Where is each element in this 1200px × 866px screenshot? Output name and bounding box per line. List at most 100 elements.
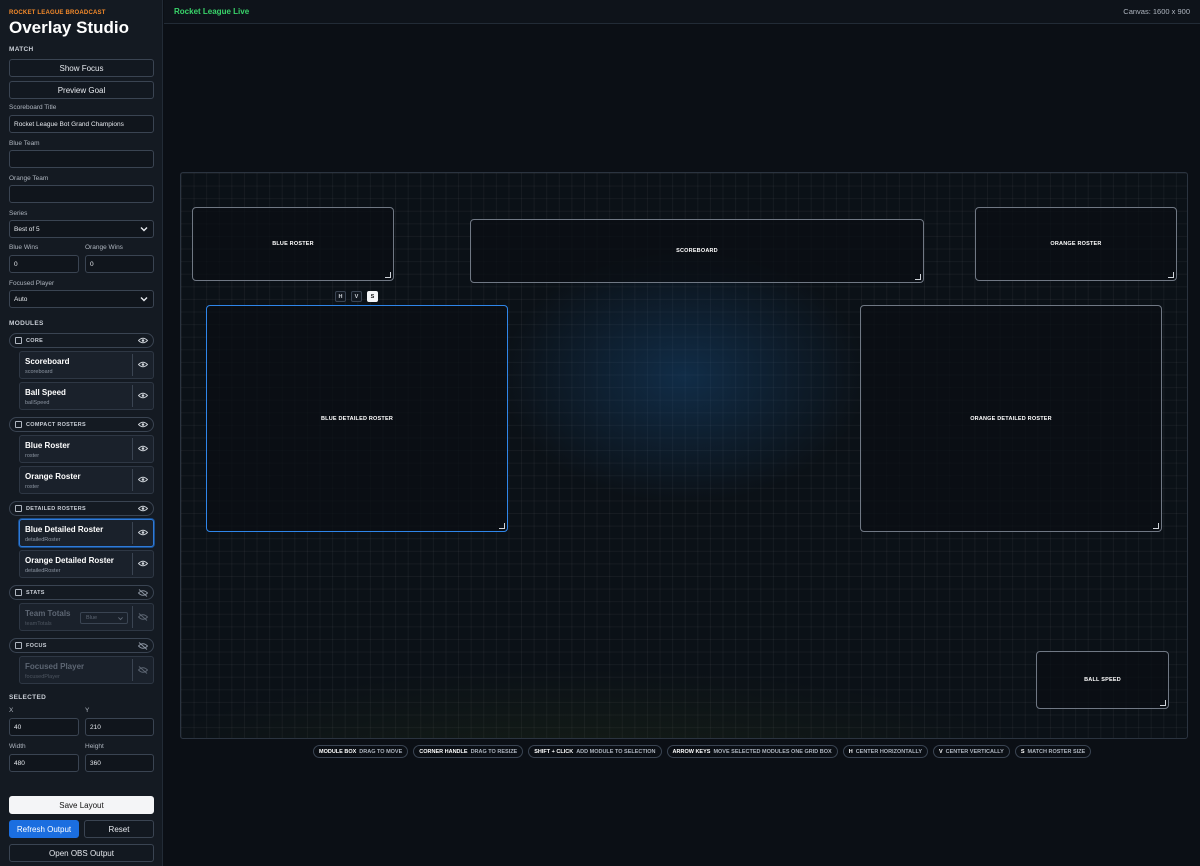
module-key: ballSpeed — [25, 400, 50, 406]
blue-team-input[interactable] — [9, 150, 154, 168]
eye-icon[interactable] — [138, 337, 148, 344]
series-label: Series — [9, 210, 28, 217]
module-ball-speed[interactable]: Ball Speed ballSpeed — [19, 382, 154, 410]
hint-text: DRAG TO MOVE — [359, 748, 403, 755]
group-detailed-rosters[interactable]: DETAILED ROSTERS — [9, 501, 154, 516]
match-roster-size-button[interactable]: S — [367, 291, 378, 302]
module-focused-player[interactable]: Focused Player focusedPlayer — [19, 656, 154, 684]
resize-handle[interactable] — [1153, 523, 1159, 529]
eye-icon[interactable] — [138, 505, 148, 512]
reset-button[interactable]: Reset — [84, 820, 154, 838]
eye-icon[interactable] — [138, 445, 148, 452]
module-key: detailedRoster — [25, 568, 61, 574]
eye-icon[interactable] — [138, 421, 148, 428]
divider — [132, 659, 133, 681]
alignment-tools: H V S — [335, 291, 378, 302]
open-obs-output-button[interactable]: Open OBS Output — [9, 844, 154, 862]
group-focus-checkbox[interactable] — [15, 642, 22, 649]
refresh-output-button[interactable]: Refresh Output — [9, 820, 79, 838]
group-stats-checkbox[interactable] — [15, 589, 22, 596]
divider — [132, 553, 133, 575]
x-input[interactable]: 40 — [9, 718, 79, 736]
hint-key: H — [848, 748, 853, 755]
eye-off-icon[interactable] — [138, 666, 148, 674]
blue-roster-box[interactable]: BLUE ROSTER — [192, 207, 394, 281]
module-name: Orange Roster — [25, 472, 81, 481]
hint-text: ADD MODULE TO SELECTION — [576, 748, 656, 755]
ball-speed-box[interactable]: BALL SPEED — [1036, 651, 1169, 709]
group-core-checkbox[interactable] — [15, 337, 22, 344]
module-scoreboard[interactable]: Scoreboard scoreboard — [19, 351, 154, 379]
module-blue-roster[interactable]: Blue Roster roster — [19, 435, 154, 463]
focused-player-select-value: Auto — [14, 295, 28, 303]
series-select[interactable]: Best of 5 — [9, 220, 154, 238]
module-orange-roster[interactable]: Orange Roster roster — [19, 466, 154, 494]
orange-roster-box[interactable]: ORANGE ROSTER — [975, 207, 1177, 281]
module-key: focusedPlayer — [25, 674, 60, 680]
blue-detailed-roster-box[interactable]: BLUE DETAILED ROSTER — [206, 305, 508, 532]
module-orange-detailed-roster[interactable]: Orange Detailed Roster detailedRoster — [19, 550, 154, 578]
module-name: Scoreboard — [25, 357, 70, 366]
team-totals-team-select[interactable]: Blue — [80, 612, 128, 624]
group-detailed-rosters-checkbox[interactable] — [15, 505, 22, 512]
group-compact-rosters[interactable]: COMPACT ROSTERS — [9, 417, 154, 432]
center-vertically-button[interactable]: V — [351, 291, 362, 302]
group-focus[interactable]: FOCUS — [9, 638, 154, 653]
group-stats[interactable]: STATS — [9, 585, 154, 600]
layout-canvas[interactable]: BLUE ROSTER SCOREBOARD ORANGE ROSTER H V… — [180, 172, 1188, 739]
eye-off-icon[interactable] — [138, 613, 148, 621]
eye-icon[interactable] — [138, 560, 148, 567]
hint-chip: S MATCH ROSTER SIZE — [1014, 745, 1092, 758]
eye-icon[interactable] — [138, 476, 148, 483]
resize-handle[interactable] — [1160, 700, 1166, 706]
hint-chip: MODULE BOX DRAG TO MOVE — [313, 745, 409, 758]
hint-key: V — [939, 748, 943, 755]
divider — [132, 354, 133, 376]
width-input[interactable]: 480 — [9, 754, 79, 772]
eye-icon[interactable] — [138, 529, 148, 536]
show-focus-button[interactable]: Show Focus — [9, 59, 154, 77]
overlay-studio-app: ROCKET LEAGUE BROADCAST Overlay Studio M… — [0, 0, 1200, 866]
save-layout-button[interactable]: Save Layout — [9, 796, 154, 814]
hint-text: CENTER HORIZONTALLY — [855, 748, 922, 755]
blue-team-label: Blue Team — [9, 140, 40, 147]
module-team-totals[interactable]: Team Totals teamTotals Blue — [19, 603, 154, 631]
module-name: Team Totals — [25, 609, 71, 618]
resize-handle[interactable] — [915, 274, 921, 280]
group-core[interactable]: CORE — [9, 333, 154, 348]
y-input[interactable]: 210 — [85, 718, 154, 736]
eye-off-icon[interactable] — [138, 588, 148, 597]
height-label: Height — [85, 743, 104, 750]
resize-handle[interactable] — [499, 523, 505, 529]
height-input[interactable]: 360 — [85, 754, 154, 772]
box-label: ORANGE ROSTER — [1050, 241, 1102, 247]
center-horizontally-button[interactable]: H — [335, 291, 346, 302]
orange-team-input[interactable] — [9, 185, 154, 203]
x-label: X — [9, 707, 14, 714]
focused-player-select[interactable]: Auto — [9, 290, 154, 308]
module-blue-detailed-roster[interactable]: Blue Detailed Roster detailedRoster — [19, 519, 154, 547]
resize-handle[interactable] — [385, 272, 391, 278]
orange-wins-input[interactable]: 0 — [85, 255, 154, 273]
topbar: Rocket League Live Canvas: 1600 x 900 — [164, 0, 1200, 24]
module-key: roster — [25, 484, 40, 490]
eye-icon[interactable] — [138, 361, 148, 368]
hint-text: DRAG TO RESIZE — [470, 748, 518, 755]
eye-off-icon[interactable] — [138, 641, 148, 650]
orange-detailed-roster-box[interactable]: ORANGE DETAILED ROSTER — [860, 305, 1162, 532]
preview-goal-button[interactable]: Preview Goal — [9, 81, 154, 99]
brand-kicker: ROCKET LEAGUE BROADCAST — [9, 10, 106, 16]
hint-text: MOVE SELECTED MODULES ONE GRID BOX — [713, 748, 832, 755]
keyboard-hints: MODULE BOX DRAG TO MOVE CORNER HANDLE DRAG… — [313, 745, 1092, 758]
chevron-down-icon — [140, 297, 148, 302]
resize-handle[interactable] — [1168, 272, 1174, 278]
blue-wins-input[interactable]: 0 — [9, 255, 79, 273]
group-compact-rosters-label: COMPACT ROSTERS — [26, 421, 87, 428]
scoreboard-title-input[interactable]: Rocket League Bot Grand Champions — [9, 115, 154, 133]
team-totals-team-value: Blue — [86, 615, 98, 621]
hint-text: CENTER VERTICALLY — [945, 748, 1004, 755]
scoreboard-box[interactable]: SCOREBOARD — [470, 219, 924, 283]
divider — [132, 522, 133, 544]
eye-icon[interactable] — [138, 392, 148, 399]
group-compact-rosters-checkbox[interactable] — [15, 421, 22, 428]
